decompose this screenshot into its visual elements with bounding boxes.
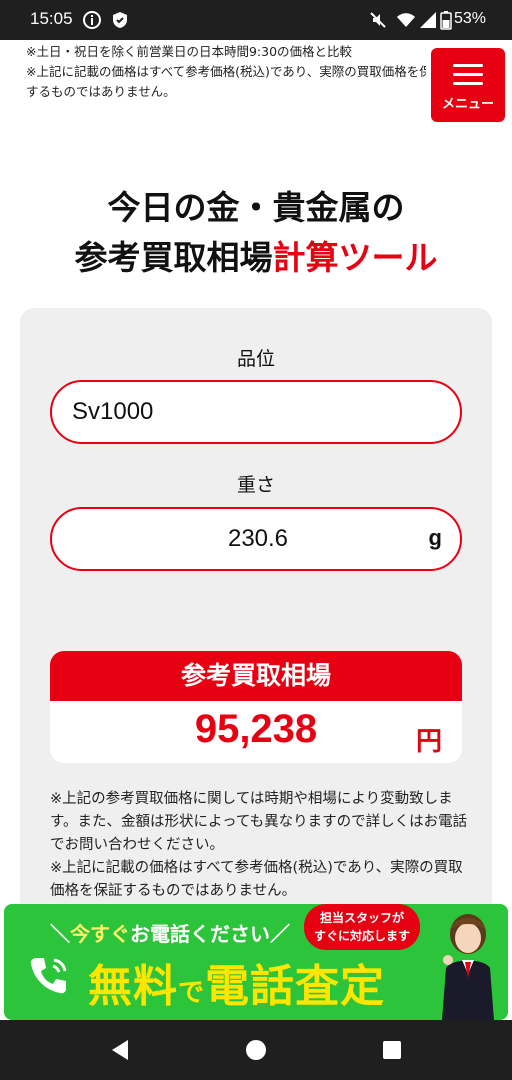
weight-value: 230.6 xyxy=(227,525,289,552)
status-time: 15:05 xyxy=(30,9,73,28)
banner-top-suffix: お電話ください xyxy=(130,922,270,946)
bubble-line2: すぐに対応します xyxy=(313,929,410,943)
result-unit: 円 xyxy=(415,727,442,757)
bottom-notes: ※上記の参考買取価格に関しては時期や相場により変動致します。また、金額は形状によ… xyxy=(50,788,470,903)
signal-icon xyxy=(420,12,436,28)
phone-icon xyxy=(30,958,67,994)
back-icon[interactable] xyxy=(108,1038,132,1062)
banner-main-b: で xyxy=(178,978,206,1008)
title-line2-black: 参考買取相場 xyxy=(74,238,273,277)
title-line2: 参考買取相場計算ツール xyxy=(0,233,512,283)
page-title: 今日の金・貴金属の 参考買取相場計算ツール xyxy=(0,183,512,283)
result-box: 参考買取相場 95,238 円 xyxy=(50,651,462,763)
grade-value: Sv1000 xyxy=(72,398,154,425)
result-value: 95,238 xyxy=(194,707,318,751)
grade-label: 品位 xyxy=(236,348,275,370)
result-label: 参考買取相場 xyxy=(50,651,462,701)
bottom-note: ※上記の参考買取価格に関しては時期や相場により変動致します。また、金額は形状によ… xyxy=(50,791,468,853)
top-note-line: ※上記に記載の価格はすべて参考価格(税込)であり、実際の買取価格を保証 xyxy=(26,64,426,79)
menu-button[interactable]: メニュー xyxy=(431,48,505,122)
banner-top-prefix: 今すぐ xyxy=(70,922,130,946)
info-icon xyxy=(83,11,101,29)
title-line1: 今日の金・貴金属の xyxy=(107,188,405,227)
phone-appraisal-banner[interactable]: ＼今すぐお電話ください／ 無料で電話査定 担当スタッフが すぐに対応します xyxy=(4,904,508,1020)
top-note-line: するものではありません。 xyxy=(26,84,176,99)
battery-level: 53% xyxy=(453,10,486,27)
banner-main-a: 無料 xyxy=(88,961,178,1012)
hamburger-icon xyxy=(453,64,483,85)
weight-label: 重さ xyxy=(236,474,275,496)
weight-unit: g xyxy=(428,525,442,550)
title-line2-red: 計算ツール xyxy=(272,238,438,277)
system-nav-bar xyxy=(0,1020,512,1080)
bottom-note: ※上記に記載の価格はすべて参考価格(税込)であり、実際の買取価格を保証するもので… xyxy=(50,860,463,899)
banner-main-c: 電話査定 xyxy=(205,961,386,1012)
wifi-icon xyxy=(397,13,415,27)
home-icon[interactable] xyxy=(244,1038,268,1062)
mute-icon xyxy=(370,12,386,28)
calculator-card: 品位 Sv1000 重さ 230.6 g 参考買取相場 95,238 円 ※上記… xyxy=(20,308,492,928)
status-bar: 15:05 53% xyxy=(0,0,512,40)
staff-bubble: 担当スタッフが すぐに対応します xyxy=(304,904,420,950)
weight-input[interactable]: 230.6 g xyxy=(50,507,462,571)
top-note-line: ※土日・祝日を除く前営業日の日本時間9:30の価格と比較 xyxy=(26,44,353,59)
shield-icon xyxy=(113,12,127,28)
banner-top-text: ＼今すぐお電話ください／ xyxy=(50,922,290,946)
menu-label: メニュー xyxy=(441,97,494,112)
banner-main-text: 無料で電話査定 xyxy=(88,950,385,1014)
recents-icon[interactable] xyxy=(380,1038,404,1062)
top-notes: ※土日・祝日を除く前営業日の日本時間9:30の価格と比較 ※上記に記載の価格はす… xyxy=(26,42,426,102)
bubble-line1: 担当スタッフが xyxy=(319,911,404,925)
battery-icon xyxy=(440,11,452,30)
grade-select[interactable]: Sv1000 xyxy=(50,380,462,444)
staff-illustration xyxy=(442,914,494,1020)
